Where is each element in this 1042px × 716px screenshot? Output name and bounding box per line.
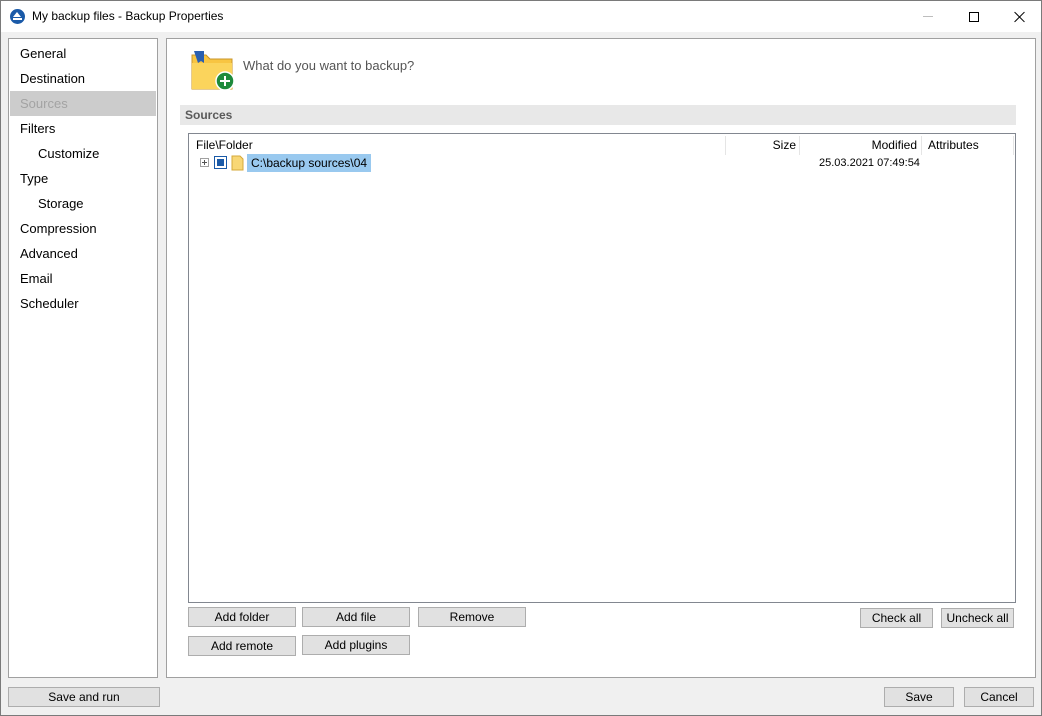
- backup-properties-window: My backup files - Backup Properties Gene…: [0, 0, 1042, 716]
- save-button[interactable]: Save: [884, 687, 954, 707]
- sidebar-item-type[interactable]: Type: [10, 166, 156, 191]
- column-separator[interactable]: [1013, 136, 1014, 155]
- close-button[interactable]: [997, 1, 1042, 32]
- sidebar-item-customize[interactable]: Customize: [10, 141, 156, 166]
- add-plugins-button[interactable]: Add plugins: [302, 635, 410, 655]
- window-title: My backup files - Backup Properties: [32, 9, 224, 23]
- close-icon: [1014, 11, 1026, 23]
- sidebar-item-scheduler[interactable]: Scheduler: [10, 291, 156, 316]
- check-all-button[interactable]: Check all: [860, 608, 933, 628]
- remove-button[interactable]: Remove: [418, 607, 526, 627]
- uncheck-all-button[interactable]: Uncheck all: [941, 608, 1014, 628]
- sidebar-item-general[interactable]: General: [10, 41, 156, 66]
- row-modified: 25.03.2021 07:49:54: [819, 157, 920, 169]
- maximize-button[interactable]: [951, 1, 997, 32]
- tree-row[interactable]: C:\backup sources\04 25.03.2021 07:49:54: [189, 154, 1015, 172]
- add-file-button[interactable]: Add file: [302, 607, 410, 627]
- folder-add-icon: [191, 51, 235, 91]
- add-folder-button[interactable]: Add folder: [188, 607, 296, 627]
- sidebar-nav: General Destination Sources Filters Cust…: [8, 38, 158, 678]
- backup-app-icon: [10, 9, 25, 24]
- save-and-run-button[interactable]: Save and run: [8, 687, 160, 707]
- maximize-icon: [969, 11, 979, 22]
- column-header-size[interactable]: Size: [726, 136, 796, 155]
- sources-tree[interactable]: File\Folder Size Modified Attributes C:\…: [188, 133, 1016, 603]
- minimize-icon: [923, 16, 933, 17]
- sidebar-item-sources[interactable]: Sources: [10, 91, 156, 116]
- page-question: What do you want to backup?: [243, 58, 415, 73]
- section-title: Sources: [180, 105, 1016, 125]
- expand-plus-icon[interactable]: [200, 158, 209, 167]
- column-header-modified[interactable]: Modified: [800, 136, 917, 155]
- column-header-attributes[interactable]: Attributes: [928, 136, 979, 155]
- sidebar-item-email[interactable]: Email: [10, 266, 156, 291]
- minimize-button[interactable]: [905, 1, 951, 32]
- row-checkbox[interactable]: [214, 156, 227, 169]
- cancel-button[interactable]: Cancel: [964, 687, 1034, 707]
- add-remote-button[interactable]: Add remote: [188, 636, 296, 656]
- sidebar-item-advanced[interactable]: Advanced: [10, 241, 156, 266]
- folder-icon: [231, 155, 244, 171]
- row-path[interactable]: C:\backup sources\04: [247, 154, 372, 172]
- column-separator[interactable]: [921, 136, 922, 155]
- title-bar[interactable]: My backup files - Backup Properties: [1, 1, 1041, 32]
- sidebar-item-compression[interactable]: Compression: [10, 216, 156, 241]
- column-header-file-folder[interactable]: File\Folder: [196, 136, 253, 155]
- sidebar-item-destination[interactable]: Destination: [10, 66, 156, 91]
- sidebar-item-filters[interactable]: Filters: [10, 116, 156, 141]
- sources-panel: What do you want to backup? Sources File…: [166, 38, 1036, 678]
- sidebar-item-storage[interactable]: Storage: [10, 191, 156, 216]
